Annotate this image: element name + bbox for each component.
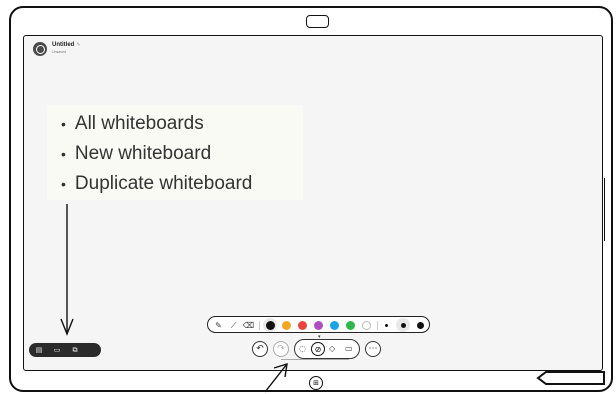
all-whiteboards-button[interactable]: ▤ — [34, 345, 44, 355]
undo-icon[interactable]: ↶ — [252, 341, 268, 357]
color-blue[interactable] — [329, 321, 339, 330]
pen-size-large[interactable] — [417, 322, 424, 329]
duplicate-whiteboard-button[interactable]: ⧉ — [70, 345, 80, 355]
drawing-toolbar: ✎ ⟋ ⌫ — [207, 316, 430, 333]
new-whiteboard-button[interactable]: ▭ — [52, 345, 62, 355]
toolbar-divider — [259, 321, 260, 330]
home-icon: ⊞ — [313, 378, 319, 387]
more-options-icon[interactable]: ⋯ — [365, 341, 381, 357]
color-white[interactable] — [361, 321, 371, 330]
whiteboard-tray: ▤ ▭ ⧉ — [29, 343, 101, 357]
pen-mode-icon[interactable]: ⊘ — [311, 342, 325, 356]
sticky-note-icon[interactable]: ▭ — [345, 344, 353, 353]
color-red[interactable] — [297, 321, 307, 330]
redo-icon[interactable]: ↷ — [273, 341, 289, 357]
highlighter-icon[interactable]: ⟋ — [228, 320, 239, 331]
pen-size-medium[interactable] — [400, 323, 406, 328]
shapes-icon[interactable]: ◇ — [329, 344, 335, 353]
stylus-icon — [536, 371, 605, 385]
pen-size-small[interactable] — [385, 324, 388, 327]
arrow-line-toolbar — [264, 363, 288, 393]
color-purple[interactable] — [313, 321, 323, 330]
eraser-icon[interactable]: ⌫ — [243, 320, 254, 331]
annotation-arrows — [60, 204, 605, 393]
pen-icon[interactable]: ✎ — [213, 320, 224, 331]
color-green[interactable] — [345, 321, 355, 330]
color-black[interactable] — [265, 321, 275, 330]
tool-mode-underline — [281, 359, 349, 360]
tool-mode-group: ◌ ⊘ ◇ ▭ — [294, 339, 360, 359]
lasso-icon[interactable]: ◌ — [299, 344, 306, 353]
color-orange[interactable] — [281, 321, 291, 330]
toolbar-divider — [377, 321, 378, 330]
home-button[interactable]: ⊞ — [309, 376, 323, 390]
bottom-toolbar: ↶ ↷ ◌ ⊘ ◇ ▭ ⋯ — [249, 339, 384, 361]
